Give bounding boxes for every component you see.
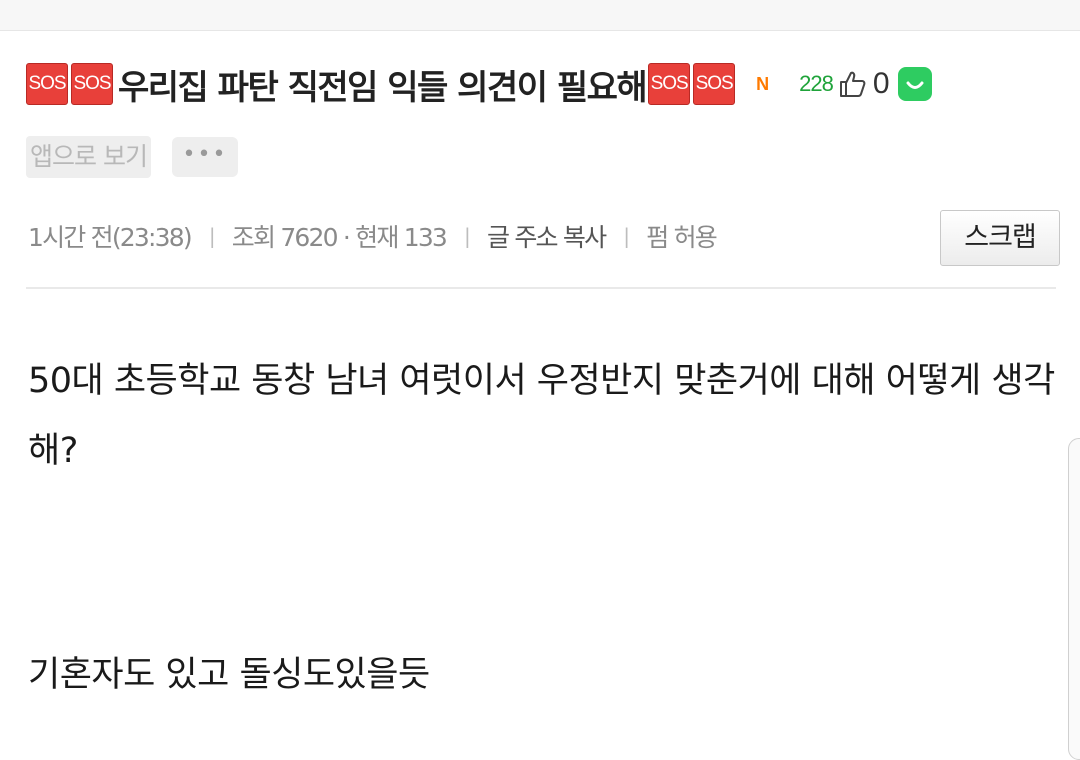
browser-top-strip [0,0,1080,31]
repost-permission: 펌 허용 [646,223,718,252]
smile-icon[interactable] [897,67,932,101]
view-count: 조회 7620 · 현재 133 [231,223,448,252]
thumbs-up-icon[interactable] [837,69,867,99]
sos-badge-icon: SOS [26,63,68,105]
post-body-paragraph: 기혼자도 있고 돌싱도있을듯 [28,655,430,695]
meta-separator: | [623,224,630,248]
post-body-paragraph: 50대 초등학교 동창 남녀 여럿이서 우정반지 맞춘거에 대해 어떻게 생각해… [28,361,1055,471]
sos-badge-icon: SOS [71,63,113,105]
divider [26,287,1056,289]
copy-url-link[interactable]: 글 주소 복사 [487,218,607,254]
post-title-row: SOS SOS 우리집 파탄 직전임 익들 의견이 필요해 SOS SOS N … [26,58,932,110]
like-count: 0 [872,67,890,100]
scrap-button[interactable]: 스크랩 [940,210,1060,266]
post-time: 1시간 전(23:38) [28,223,193,252]
new-badge-icon: N [756,73,770,94]
comment-count[interactable]: 228 [799,71,834,97]
post-meta: 1시간 전(23:38) | 조회 7620 · 현재 133 | 글 주소 복… [28,216,718,256]
sos-badge-icon: SOS [648,63,691,105]
meta-separator: | [208,224,216,248]
meta-separator: | [464,224,471,248]
more-options-button[interactable]: ••• [172,137,238,177]
app-view-button[interactable]: 앱으로 보기 [26,136,151,178]
post-title: 우리집 파탄 직전임 익들 의견이 필요해 [118,67,648,108]
scroll-handle[interactable] [1068,438,1080,760]
sos-badge-icon: SOS [693,63,736,105]
